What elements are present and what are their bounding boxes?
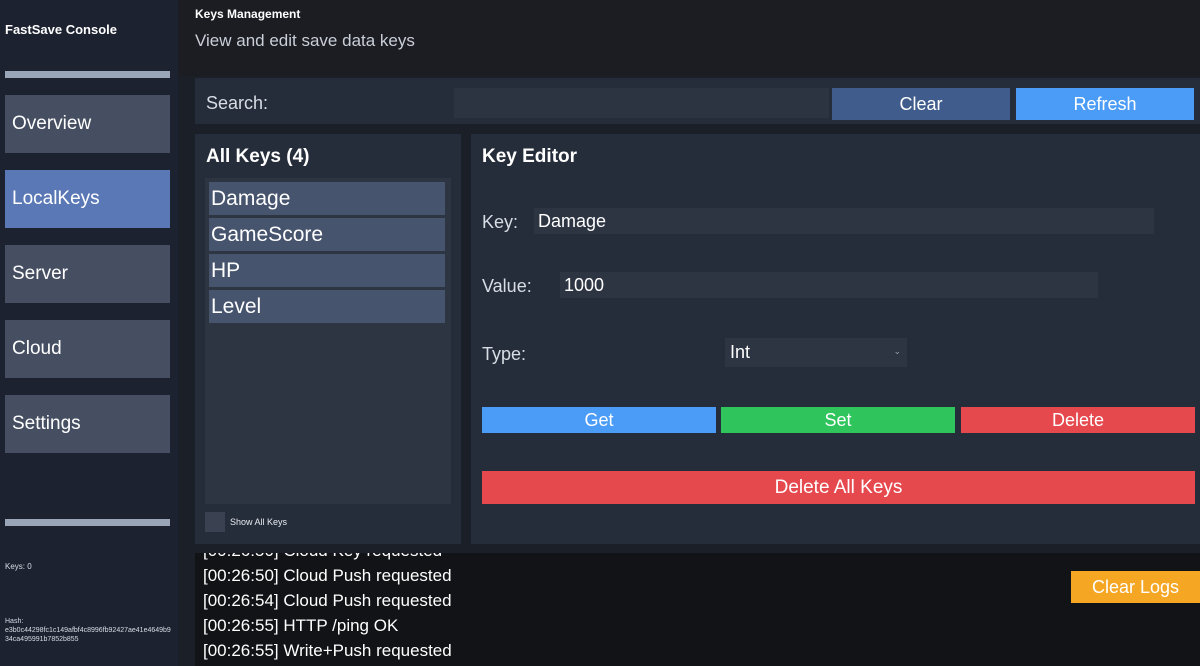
- log-line-partial: [00:26:50] Cloud Key requested: [203, 553, 442, 561]
- log-panel[interactable]: [00:26:50] Cloud Key requested [00:26:50…: [195, 553, 1200, 666]
- nav-item-settings[interactable]: Settings: [5, 395, 170, 453]
- keys-list[interactable]: Damage GameScore HP Level: [205, 178, 451, 504]
- refresh-button[interactable]: Refresh: [1016, 88, 1194, 120]
- sidebar: FastSave Console Overview LocalKeys Serv…: [0, 0, 178, 666]
- key-editor-panel: Key Editor Key: Value: Type: Int ⌄ Get S…: [471, 134, 1200, 544]
- log-line: [00:26:55] Write+Push requested: [203, 641, 452, 660]
- log-line: [00:26:54] Cloud Push requested: [203, 591, 452, 610]
- type-field-label: Type:: [482, 344, 527, 364]
- search-input[interactable]: [454, 88, 829, 118]
- nav-item-cloud[interactable]: Cloud: [5, 320, 170, 378]
- page-subtitle: View and edit save data keys: [195, 31, 415, 50]
- show-all-keys-label: Show All Keys: [230, 517, 288, 527]
- set-button[interactable]: Set: [721, 407, 955, 433]
- keys-panel: All Keys (4) Damage GameScore HP Level S…: [195, 134, 461, 544]
- search-bar: Search: Clear Refresh: [195, 78, 1200, 124]
- nav-item-overview[interactable]: Overview: [5, 95, 170, 153]
- keys-count-status: Keys: 0: [5, 562, 32, 571]
- get-button[interactable]: Get: [482, 407, 716, 433]
- nav-item-server[interactable]: Server: [5, 245, 170, 303]
- key-list-item-level[interactable]: Level: [209, 290, 445, 323]
- log-line: [00:26:50] Cloud Push requested: [203, 566, 452, 585]
- show-all-keys-checkbox[interactable]: [205, 512, 225, 532]
- key-list-item-gamescore[interactable]: GameScore: [209, 218, 445, 251]
- value-input[interactable]: [560, 272, 1098, 298]
- type-select-value: Int: [730, 342, 751, 362]
- log-line: [00:26:55] HTTP /ping OK: [203, 616, 399, 635]
- clear-logs-button[interactable]: Clear Logs: [1071, 571, 1200, 603]
- sidebar-divider-top: [5, 71, 170, 78]
- key-input[interactable]: [534, 208, 1154, 234]
- chevron-down-icon: ⌄: [893, 346, 901, 356]
- page-header: Keys Management View and edit save data …: [178, 0, 1200, 76]
- show-all-keys-toggle[interactable]: Show All Keys: [205, 512, 287, 532]
- key-list-item-hp[interactable]: HP: [209, 254, 445, 287]
- type-select[interactable]: Int ⌄: [725, 338, 907, 367]
- app-title: FastSave Console: [5, 22, 117, 37]
- hash-label: Hash:: [5, 618, 24, 625]
- value-field-label: Value:: [482, 276, 532, 296]
- key-field-label: Key:: [482, 212, 519, 232]
- page-title: Keys Management: [195, 7, 301, 21]
- keys-panel-title: All Keys (4): [206, 146, 310, 167]
- key-list-item-damage[interactable]: Damage: [209, 182, 445, 215]
- nav-item-localkeys[interactable]: LocalKeys: [5, 170, 170, 228]
- hash-value: e3b0c44298fc1c149afbf4c8996fb92427ae41e4…: [5, 627, 171, 643]
- clear-search-button[interactable]: Clear: [832, 88, 1010, 120]
- search-label: Search:: [206, 93, 269, 113]
- delete-button[interactable]: Delete: [961, 407, 1195, 433]
- delete-all-keys-button[interactable]: Delete All Keys: [482, 471, 1195, 504]
- sidebar-divider-bottom: [5, 519, 170, 526]
- key-editor-title: Key Editor: [482, 146, 578, 167]
